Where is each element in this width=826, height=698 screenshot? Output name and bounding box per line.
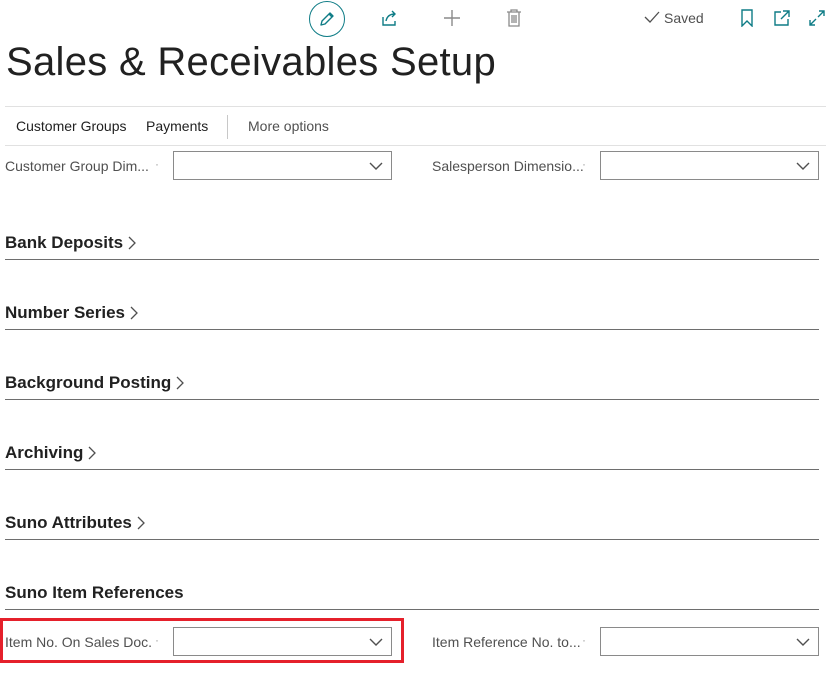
chevron-right-icon <box>130 306 138 320</box>
section-suno-item-references: Suno Item References <box>5 583 819 610</box>
section-background-posting: Background Posting <box>5 373 819 400</box>
suno-item-references-header[interactable]: Suno Item References <box>5 583 184 603</box>
chevron-down-icon <box>369 162 383 170</box>
checkmark-icon <box>644 10 660 26</box>
section-archiving: Archiving <box>5 443 819 470</box>
share-icon[interactable] <box>378 6 402 30</box>
background-posting-header[interactable]: Background Posting <box>5 373 185 393</box>
page-title: Sales & Receivables Setup <box>6 40 496 84</box>
chevron-right-icon <box>88 446 97 460</box>
archiving-header[interactable]: Archiving <box>5 443 97 463</box>
customer-group-dim-label: Customer Group Dim... <box>5 158 149 174</box>
field-dots: · <box>155 157 161 171</box>
field-dots: · <box>582 157 588 171</box>
section-title: Bank Deposits <box>5 233 124 252</box>
plus-icon[interactable] <box>440 6 464 30</box>
salesperson-dim-select[interactable] <box>600 151 819 180</box>
action-bar: Customer Groups Payments More options <box>5 106 826 146</box>
field-dots: · <box>582 633 588 647</box>
more-options-action[interactable]: More options <box>248 118 329 134</box>
chevron-right-icon <box>137 516 145 530</box>
chevron-right-icon <box>176 376 185 390</box>
dimension-fields-row: Customer Group Dim... · Salesperson Dime… <box>5 151 820 181</box>
number-series-header[interactable]: Number Series <box>5 303 138 323</box>
saved-label: Saved <box>664 10 704 26</box>
section-title: Background Posting <box>5 373 172 392</box>
payments-action[interactable]: Payments <box>146 118 208 134</box>
expand-icon[interactable] <box>806 6 826 30</box>
chevron-down-icon <box>796 638 810 646</box>
customer-group-dim-select[interactable] <box>173 151 392 180</box>
trash-icon[interactable] <box>502 6 526 30</box>
open-in-new-window-icon[interactable] <box>770 6 794 30</box>
bank-deposits-header[interactable]: Bank Deposits <box>5 233 137 253</box>
bookmark-icon[interactable] <box>736 6 758 30</box>
customer-groups-action[interactable]: Customer Groups <box>16 118 126 134</box>
section-bank-deposits: Bank Deposits <box>5 233 819 260</box>
section-number-series: Number Series <box>5 303 819 330</box>
chevron-right-icon <box>128 236 137 250</box>
suno-attributes-header[interactable]: Suno Attributes <box>5 513 145 533</box>
pencil-icon[interactable] <box>309 1 345 37</box>
highlight-box <box>0 618 404 663</box>
action-divider <box>227 115 228 139</box>
section-title: Archiving <box>5 443 84 462</box>
chevron-down-icon <box>796 162 810 170</box>
item-reference-no-label: Item Reference No. to... <box>432 634 581 650</box>
section-title: Number Series <box>5 303 125 322</box>
section-title: Suno Item References <box>5 583 184 602</box>
item-reference-no-select[interactable] <box>600 627 819 656</box>
salesperson-dim-label: Salesperson Dimensio... <box>432 158 584 174</box>
section-suno-attributes: Suno Attributes <box>5 513 819 540</box>
saved-status: Saved <box>644 10 704 26</box>
section-title: Suno Attributes <box>5 513 132 532</box>
